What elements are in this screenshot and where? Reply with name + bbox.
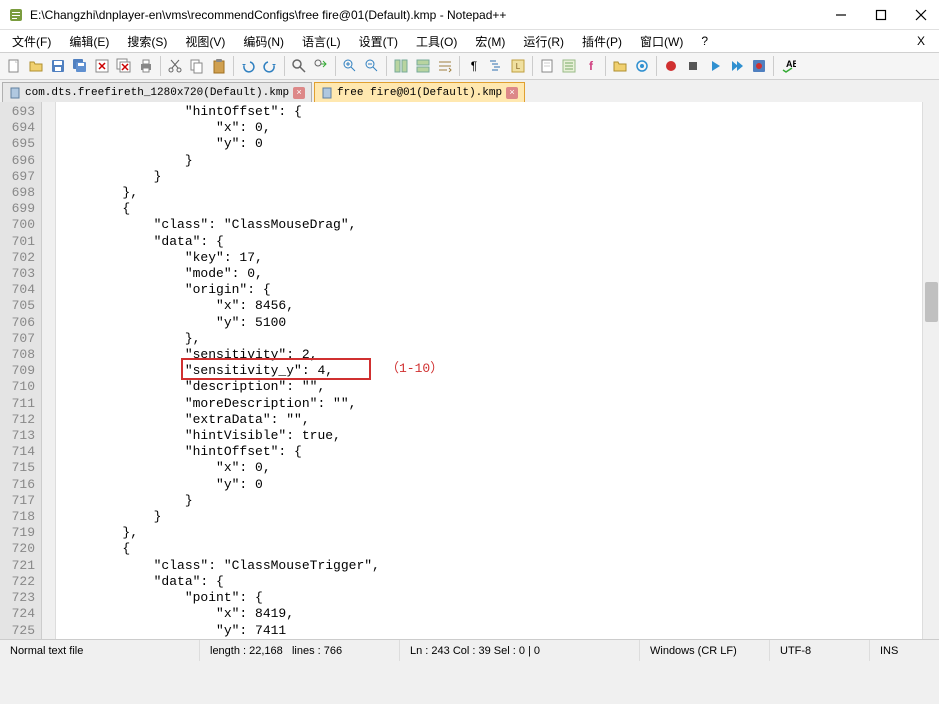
menu-help[interactable]: ? xyxy=(693,32,716,50)
menu-plugins[interactable]: 插件(P) xyxy=(574,31,630,52)
toolbar-separator xyxy=(284,56,285,76)
open-file-icon[interactable] xyxy=(26,56,46,76)
code-area[interactable]: "hintOffset": { "x": 0, "y": 0 } } }, { … xyxy=(56,102,922,639)
toolbar-separator xyxy=(773,56,774,76)
tab-inactive[interactable]: com.dts.freefireth_1280x720(Default).kmp… xyxy=(2,82,312,102)
menu-view[interactable]: 视图(V) xyxy=(177,31,233,52)
redo-icon[interactable] xyxy=(260,56,280,76)
indent-guides-icon[interactable] xyxy=(486,56,506,76)
app-icon xyxy=(8,7,24,23)
window-controls xyxy=(831,5,931,25)
doc-map-icon[interactable] xyxy=(537,56,557,76)
stop-macro-icon[interactable] xyxy=(683,56,703,76)
file-icon xyxy=(321,87,333,99)
titlebar: E:\Changzhi\dnplayer-en\vms\recommendCon… xyxy=(0,0,939,30)
editor: 693 694 695 696 697 698 699 700 701 702 … xyxy=(0,102,939,639)
save-macro-icon[interactable] xyxy=(749,56,769,76)
menu-encoding[interactable]: 编码(N) xyxy=(235,31,292,52)
maximize-button[interactable] xyxy=(871,5,891,25)
find-icon[interactable] xyxy=(289,56,309,76)
doc-list-icon[interactable] xyxy=(559,56,579,76)
toolbar-separator xyxy=(160,56,161,76)
record-macro-icon[interactable] xyxy=(661,56,681,76)
menu-language[interactable]: 语言(L) xyxy=(294,31,349,52)
tabbar: com.dts.freefireth_1280x720(Default).kmp… xyxy=(0,80,939,102)
menu-window[interactable]: 窗口(W) xyxy=(632,31,691,52)
menu-edit[interactable]: 编辑(E) xyxy=(61,31,117,52)
close-all-icon[interactable] xyxy=(114,56,134,76)
menu-tools[interactable]: 工具(O) xyxy=(408,31,465,52)
vertical-scrollbar[interactable] xyxy=(922,102,939,639)
close-file-icon[interactable] xyxy=(92,56,112,76)
user-lang-icon[interactable]: L xyxy=(508,56,528,76)
titlebar-text: E:\Changzhi\dnplayer-en\vms\recommendCon… xyxy=(30,8,831,22)
play-multi-icon[interactable] xyxy=(727,56,747,76)
cut-icon[interactable] xyxy=(165,56,185,76)
menubar: 文件(F) 编辑(E) 搜索(S) 视图(V) 编码(N) 语言(L) 设置(T… xyxy=(0,30,939,52)
sync-h-icon[interactable] xyxy=(413,56,433,76)
paste-icon[interactable] xyxy=(209,56,229,76)
svg-text:f: f xyxy=(589,59,594,73)
wrap-icon[interactable] xyxy=(435,56,455,76)
toolbar-separator xyxy=(532,56,533,76)
tab-close-icon[interactable]: × xyxy=(506,87,518,99)
monitor-icon[interactable] xyxy=(632,56,652,76)
svg-text:L: L xyxy=(516,62,521,71)
toolbar-separator xyxy=(459,56,460,76)
folder-workspace-icon[interactable] xyxy=(610,56,630,76)
minimize-button[interactable] xyxy=(831,5,851,25)
toolbar-separator xyxy=(605,56,606,76)
fold-margin[interactable] xyxy=(42,102,56,639)
show-all-chars-icon[interactable]: ¶ xyxy=(464,56,484,76)
file-icon xyxy=(9,87,21,99)
close-button[interactable] xyxy=(911,5,931,25)
new-file-icon[interactable] xyxy=(4,56,24,76)
toolbar-separator xyxy=(233,56,234,76)
zoom-in-icon[interactable] xyxy=(340,56,360,76)
print-icon[interactable] xyxy=(136,56,156,76)
toolbar-separator xyxy=(335,56,336,76)
toolbar-separator xyxy=(386,56,387,76)
menubar-right-x[interactable]: X xyxy=(917,34,935,48)
tab-label: com.dts.freefireth_1280x720(Default).kmp xyxy=(25,87,289,99)
toolbar-separator xyxy=(656,56,657,76)
play-macro-icon[interactable] xyxy=(705,56,725,76)
save-icon[interactable] xyxy=(48,56,68,76)
line-numbers: 693 694 695 696 697 698 699 700 701 702 … xyxy=(0,102,42,639)
menu-search[interactable]: 搜索(S) xyxy=(119,31,175,52)
annotation-text: （1-10） xyxy=(386,361,443,377)
scrollbar-thumb[interactable] xyxy=(925,282,938,322)
toolbar: ¶ L f ABC xyxy=(0,52,939,80)
svg-text:ABC: ABC xyxy=(786,59,796,69)
copy-icon[interactable] xyxy=(187,56,207,76)
function-list-icon[interactable]: f xyxy=(581,56,601,76)
undo-icon[interactable] xyxy=(238,56,258,76)
save-all-icon[interactable] xyxy=(70,56,90,76)
replace-icon[interactable] xyxy=(311,56,331,76)
tab-label: free fire@01(Default).kmp xyxy=(337,87,502,99)
tab-active[interactable]: free fire@01(Default).kmp × xyxy=(314,82,525,102)
menu-macro[interactable]: 宏(M) xyxy=(467,31,513,52)
menu-run[interactable]: 运行(R) xyxy=(515,31,572,52)
zoom-out-icon[interactable] xyxy=(362,56,382,76)
menu-file[interactable]: 文件(F) xyxy=(4,31,59,52)
tab-close-icon[interactable]: × xyxy=(293,87,305,99)
spellcheck-icon[interactable]: ABC xyxy=(778,56,798,76)
menu-settings[interactable]: 设置(T) xyxy=(351,31,406,52)
sync-v-icon[interactable] xyxy=(391,56,411,76)
